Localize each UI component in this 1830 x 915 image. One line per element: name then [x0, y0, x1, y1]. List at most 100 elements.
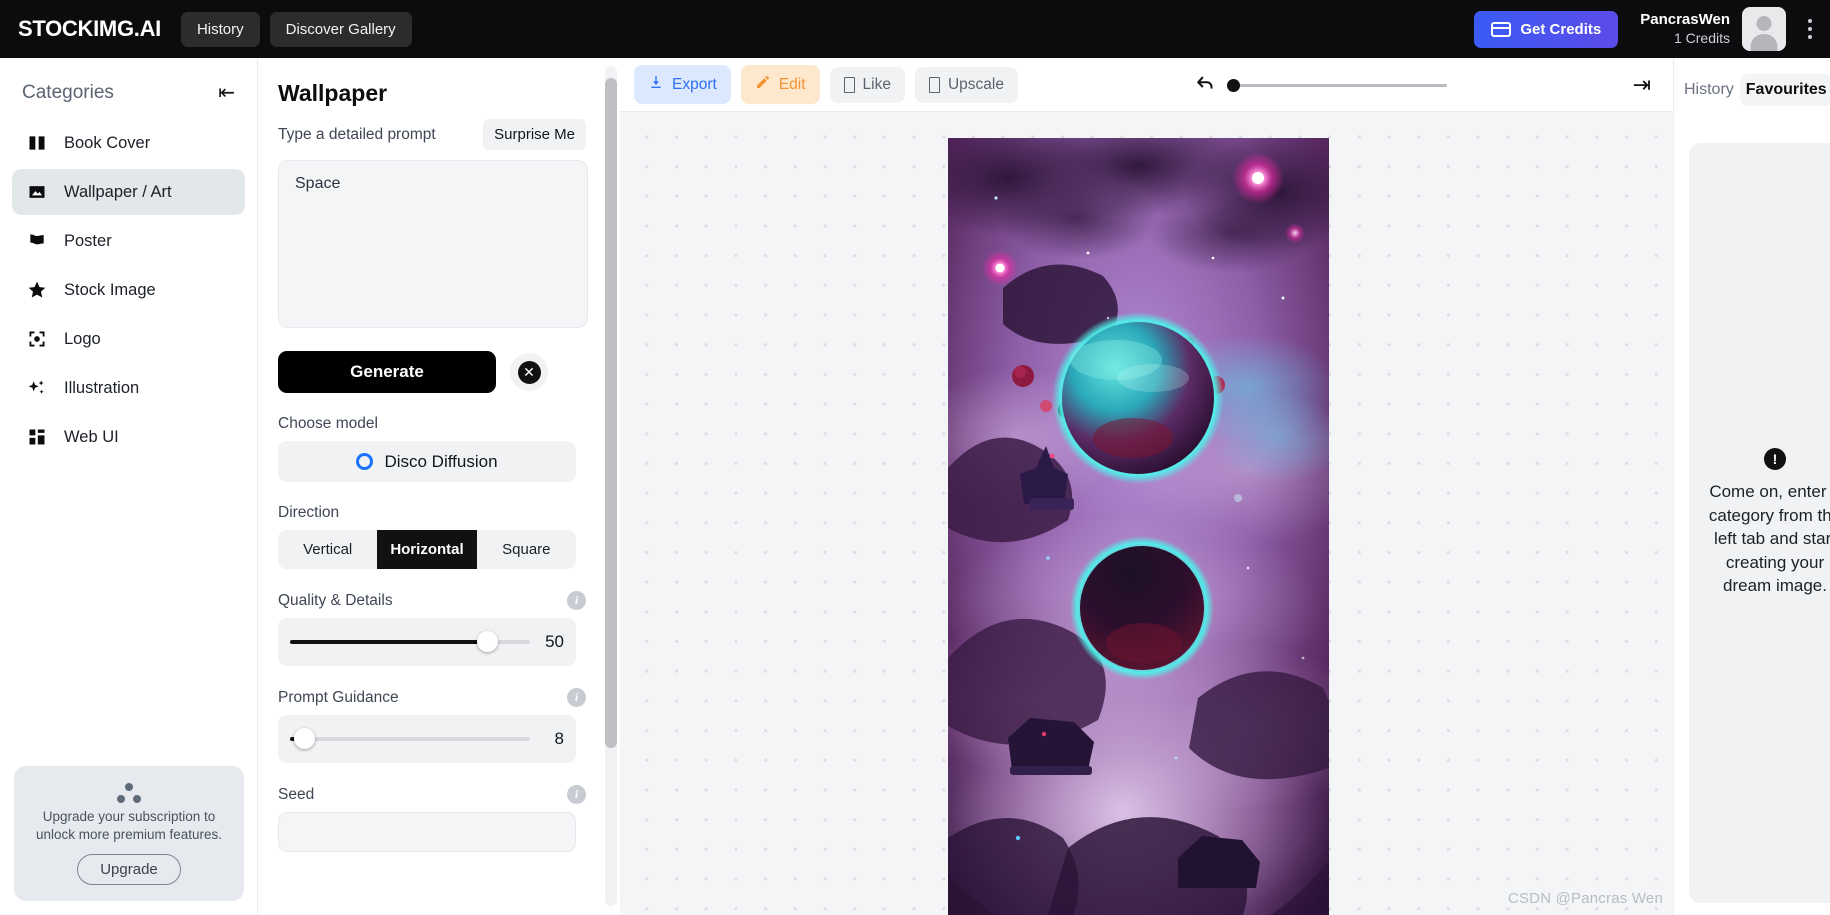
model-option-disco-diffusion[interactable]: Disco Diffusion	[278, 441, 576, 482]
quality-label: Quality & Details	[278, 591, 393, 609]
get-credits-button[interactable]: Get Credits	[1474, 10, 1619, 48]
sidebar-item-illustration[interactable]: Illustration	[12, 365, 245, 411]
export-button[interactable]: Export	[634, 65, 731, 104]
canvas-toolbar: Export Edit Like Upscale ⇥	[620, 58, 1673, 112]
generate-button[interactable]: Generate	[278, 351, 496, 393]
guidance-label: Prompt Guidance	[278, 688, 399, 706]
user-credit-count: 1 Credits	[1673, 29, 1730, 46]
sidebar-title: Categories	[22, 82, 114, 103]
quality-slider-track[interactable]	[290, 631, 530, 652]
guidance-slider-knob[interactable]	[294, 728, 316, 749]
collapse-left-icon[interactable]: ⇤	[218, 83, 235, 103]
canvas-area: Export Edit Like Upscale ⇥ CSDN @Pancras…	[620, 58, 1673, 915]
sidebar-item-logo[interactable]: Logo	[12, 316, 245, 362]
generate-row: Generate ✕	[278, 351, 586, 393]
heart-icon	[843, 76, 855, 93]
seed-label-row: Seed i	[278, 785, 586, 804]
export-label: Export	[672, 75, 717, 93]
kebab-menu-icon[interactable]	[1808, 19, 1812, 39]
prompt-label: Type a detailed prompt	[278, 125, 436, 143]
direction-horizontal[interactable]: Horizontal	[377, 530, 477, 569]
guidance-value: 8	[554, 729, 564, 748]
quality-value: 50	[545, 632, 564, 651]
sidebar-label-wallpaper-art: Wallpaper / Art	[64, 182, 172, 201]
upscale-label: Upscale	[947, 75, 1004, 93]
tab-history[interactable]: History	[1678, 74, 1740, 106]
upgrade-button[interactable]: Upgrade	[77, 854, 181, 885]
sidebar-item-book-cover[interactable]: Book Cover	[12, 120, 245, 166]
direction-label: Direction	[278, 504, 340, 521]
watermark: CSDN @Pancras Wen	[1507, 890, 1663, 907]
sidebar-label-poster: Poster	[64, 231, 112, 250]
prompt-input[interactable]	[278, 160, 588, 328]
info-icon-quality[interactable]: i	[567, 591, 586, 610]
sidebar-label-illustration: Illustration	[64, 378, 140, 397]
frame-slider[interactable]	[1227, 78, 1448, 92]
direction-vertical[interactable]: Vertical	[278, 530, 377, 569]
nav-discover-gallery[interactable]: Discover Gallery	[269, 11, 412, 47]
frame-slider-knob[interactable]	[1227, 78, 1241, 92]
edit-button[interactable]: Edit	[740, 65, 820, 104]
prompt-label-row: Type a detailed prompt Surprise Me	[278, 119, 586, 150]
prompt-panel-scroll-thumb[interactable]	[605, 78, 617, 748]
quality-slider-knob[interactable]	[476, 631, 498, 652]
expand-icon	[928, 76, 940, 93]
right-panel-empty-state: ! Come on, enter a category from the lef…	[1689, 143, 1830, 903]
layout-grid-icon	[26, 426, 48, 448]
frame-slider-track	[1227, 83, 1448, 87]
avatar[interactable]	[1742, 7, 1786, 51]
download-icon	[648, 74, 664, 95]
prompt-panel-scrollbar[interactable]	[605, 66, 617, 906]
alert-icon: !	[1764, 448, 1786, 471]
edit-label: Edit	[778, 75, 806, 93]
sidebar-item-poster[interactable]: Poster	[12, 218, 245, 264]
sparkles-icon	[26, 377, 48, 399]
close-circle-icon[interactable]: ✕	[510, 353, 548, 391]
right-panel-tabs: History Favourites	[1674, 58, 1830, 106]
sidebar-item-wallpaper-art[interactable]: Wallpaper / Art	[12, 169, 245, 215]
canvas[interactable]: CSDN @Pancras Wen	[620, 112, 1673, 915]
sidebar-label-logo: Logo	[64, 329, 101, 348]
seed-label: Seed	[278, 785, 315, 803]
premium-dots-icon	[28, 782, 230, 804]
guidance-track-bg	[290, 737, 530, 741]
user-block[interactable]: PancrasWen 1 Credits	[1640, 7, 1812, 51]
tab-favourites[interactable]: Favourites	[1739, 74, 1830, 106]
page-title: Wallpaper	[278, 80, 388, 106]
book-icon	[26, 132, 48, 154]
surprise-me-button[interactable]: Surprise Me	[483, 119, 586, 150]
image-icon	[26, 181, 48, 203]
radio-selected-icon	[356, 453, 374, 470]
sidebar: Categories ⇤ Book Cover Wallpaper / Art	[0, 58, 258, 915]
get-credits-label: Get Credits	[1520, 20, 1602, 38]
flag-icon	[26, 230, 48, 252]
focus-target-icon	[26, 328, 48, 350]
direction-group: Vertical Horizontal Square	[278, 530, 576, 569]
guidance-label-row: Prompt Guidance i	[278, 688, 586, 707]
sidebar-label-book-cover: Book Cover	[64, 133, 151, 152]
direction-square[interactable]: Square	[477, 530, 576, 569]
generated-image-art	[948, 138, 1329, 915]
quality-slider[interactable]: 50	[278, 618, 576, 666]
generated-image[interactable]	[948, 138, 1329, 915]
like-label: Like	[862, 75, 891, 93]
sidebar-label-web-ui: Web UI	[64, 427, 119, 446]
credit-card-icon	[1491, 21, 1512, 37]
upgrade-text: Upgrade your subscription to unlock more…	[35, 808, 223, 842]
info-icon-seed[interactable]: i	[567, 785, 586, 804]
top-bar: STOCKIMG.AI History Discover Gallery Get…	[0, 0, 1830, 58]
upscale-button[interactable]: Upscale	[914, 66, 1018, 103]
undo-icon[interactable]	[1195, 74, 1217, 96]
guidance-slider-track[interactable]	[290, 728, 530, 749]
guidance-slider[interactable]: 8	[278, 715, 576, 763]
model-name-label: Disco Diffusion	[384, 451, 498, 471]
skip-to-end-icon[interactable]: ⇥	[1625, 73, 1659, 96]
like-button[interactable]: Like	[829, 66, 905, 103]
nav-history[interactable]: History	[180, 11, 260, 47]
info-icon-guidance[interactable]: i	[567, 688, 586, 707]
sidebar-item-stock-image[interactable]: Stock Image	[12, 267, 245, 313]
seed-input[interactable]	[278, 812, 576, 852]
sidebar-item-web-ui[interactable]: Web UI	[12, 414, 245, 460]
star-icon	[26, 279, 48, 301]
brand-logo[interactable]: STOCKIMG.AI	[18, 16, 161, 42]
